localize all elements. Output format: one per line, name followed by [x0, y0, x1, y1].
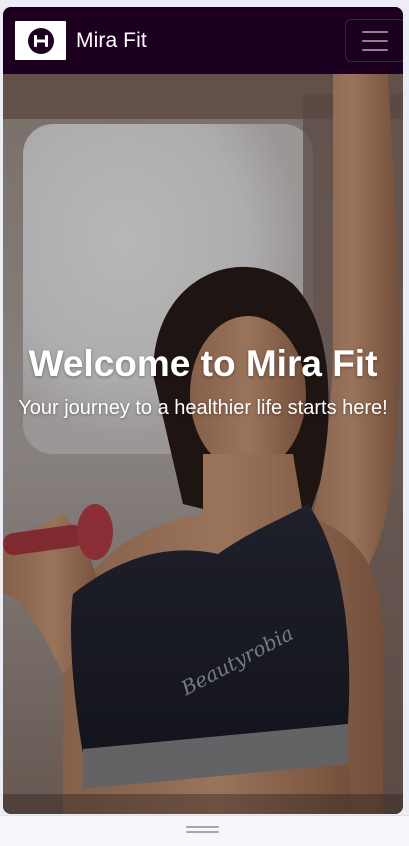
- hero-subtitle: Your journey to a healthier life starts …: [18, 397, 388, 419]
- navbar: Mira Fit: [3, 7, 403, 74]
- brand-name[interactable]: Mira Fit: [76, 29, 147, 53]
- hamburger-icon-line: [362, 39, 388, 42]
- dumbbell-icon: [27, 27, 54, 54]
- drag-handle-icon[interactable]: [186, 826, 219, 834]
- hero-text: Welcome to Mira Fit Your journey to a he…: [3, 342, 403, 424]
- app-window: Mira Fit Beautyrobia Welcome to Mira Fit…: [3, 7, 403, 814]
- hero-overlay: [3, 74, 403, 814]
- bottom-bar: [0, 815, 409, 846]
- brand-logo[interactable]: [15, 21, 66, 60]
- hero-section: Beautyrobia Welcome to Mira Fit Your jou…: [3, 74, 403, 814]
- hero-title: Welcome to Mira Fit: [28, 343, 378, 384]
- hamburger-icon-line: [362, 48, 388, 51]
- hamburger-icon-line: [362, 30, 388, 33]
- menu-toggle-button[interactable]: [345, 19, 403, 62]
